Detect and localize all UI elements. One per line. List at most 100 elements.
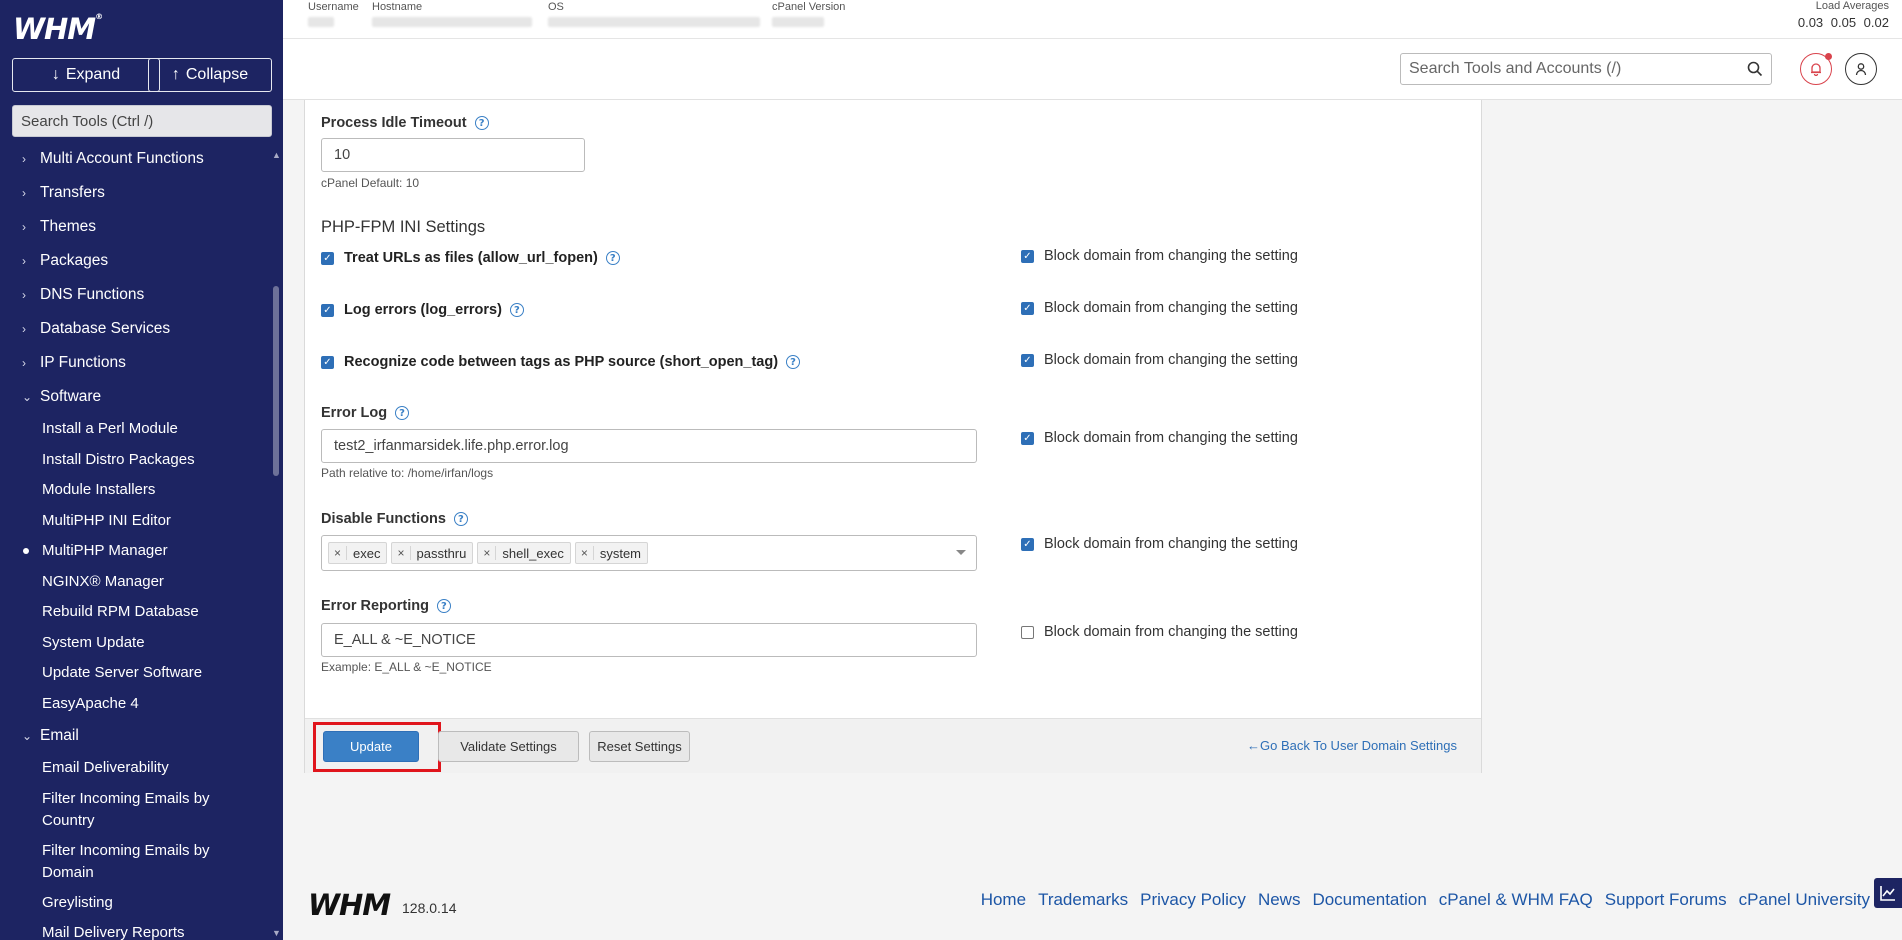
- allow-url-fopen-label: Treat URLs as files (allow_url_fopen)?: [344, 250, 620, 266]
- log-errors-label: Log errors (log_errors)?: [344, 302, 524, 318]
- scroll-up-icon[interactable]: ▲: [272, 150, 281, 160]
- sidebar-subitem-install-distro-packages[interactable]: Install Distro Packages: [0, 445, 270, 476]
- sidebar-item-database-services[interactable]: › Database Services: [0, 312, 270, 346]
- block-disable-functions-label: Block domain from changing the setting: [1044, 536, 1298, 552]
- php-fpm-ini-settings-title: PHP-FPM INI Settings: [321, 218, 486, 236]
- help-icon[interactable]: ?: [474, 116, 489, 130]
- sidebar-item-multi-account-functions[interactable]: › Multi Account Functions: [0, 142, 270, 176]
- block-error-log-checkbox[interactable]: [1021, 432, 1034, 445]
- chevron-down-icon: ⌄: [22, 729, 33, 743]
- sidebar-subitem-email-deliverability[interactable]: Email Deliverability: [0, 753, 270, 784]
- expand-button[interactable]: ↓ Expand: [12, 58, 160, 92]
- block-error-log-label: Block domain from changing the setting: [1044, 430, 1298, 446]
- footer-whm-logo[interactable]: WHM: [308, 888, 391, 922]
- footer-link-documentation[interactable]: Documentation: [1312, 890, 1426, 910]
- reset-settings-button[interactable]: Reset Settings: [589, 731, 690, 762]
- disable-functions-label: Disable Functions?: [321, 511, 468, 527]
- sidebar-subitem-system-update[interactable]: System Update: [0, 628, 270, 659]
- os-info: OS: [548, 0, 760, 27]
- scrollbar-thumb[interactable]: [273, 286, 279, 476]
- footer-link-privacy-policy[interactable]: Privacy Policy: [1140, 890, 1246, 910]
- error-reporting-hint: Example: E_ALL & ~E_NOTICE: [321, 660, 492, 674]
- footer-link-cpanel-university[interactable]: cPanel University: [1739, 890, 1870, 910]
- sidebar-item-email[interactable]: ⌄ Email: [0, 719, 270, 753]
- sidebar-nav: › Multi Account Functions › Transfers › The…: [0, 142, 270, 940]
- block-short-open-tag-checkbox[interactable]: [1021, 354, 1034, 367]
- help-icon[interactable]: ?: [436, 599, 451, 613]
- bell-icon: [1811, 63, 1821, 76]
- block-error-reporting-checkbox[interactable]: [1021, 626, 1034, 639]
- collapse-button[interactable]: ↑ Collapse: [148, 58, 272, 92]
- remove-tag-icon[interactable]: ×: [329, 546, 348, 560]
- footer-link-news[interactable]: News: [1258, 890, 1301, 910]
- search-icon[interactable]: [1747, 61, 1763, 77]
- sidebar-subitem-module-installers[interactable]: Module Installers: [0, 475, 270, 506]
- help-icon[interactable]: ?: [605, 251, 620, 265]
- sidebar-subitem-greylisting[interactable]: Greylisting: [0, 888, 270, 919]
- block-allow-url-fopen-checkbox[interactable]: [1021, 250, 1034, 263]
- sidebar-item-packages[interactable]: › Packages: [0, 244, 270, 278]
- form-actions: Update Validate Settings Reset Settings …: [305, 718, 1481, 773]
- block-disable-functions-checkbox[interactable]: [1021, 538, 1034, 551]
- user-menu-button[interactable]: [1845, 53, 1877, 85]
- footer-link-home[interactable]: Home: [981, 890, 1026, 910]
- chevron-right-icon: ›: [22, 322, 26, 336]
- idle-timeout-input[interactable]: [321, 138, 585, 172]
- sidebar-subitem-filter-by-country[interactable]: Filter Incoming Emails by Country: [0, 784, 270, 836]
- help-icon[interactable]: ?: [453, 512, 468, 526]
- scroll-down-icon[interactable]: ▼: [272, 928, 281, 938]
- sidebar-subitem-install-perl-module[interactable]: Install a Perl Module: [0, 414, 270, 445]
- sidebar-scrollbar[interactable]: ▲ ▼: [271, 150, 283, 940]
- chart-trend-icon: [1880, 886, 1895, 901]
- footer-link-faq[interactable]: cPanel & WHM FAQ: [1439, 890, 1593, 910]
- sidebar-subitem-multiphp-manager[interactable]: MultiPHP Manager: [0, 536, 270, 567]
- footer-link-trademarks[interactable]: Trademarks: [1038, 890, 1128, 910]
- help-icon[interactable]: ?: [509, 303, 524, 317]
- sidebar-subitem-mail-delivery-reports[interactable]: Mail Delivery Reports: [0, 918, 270, 940]
- log-errors-checkbox[interactable]: [321, 304, 334, 317]
- stats-button[interactable]: [1874, 878, 1902, 908]
- remove-tag-icon[interactable]: ×: [576, 546, 594, 560]
- error-reporting-label: Error Reporting?: [321, 598, 451, 614]
- error-reporting-input[interactable]: [321, 623, 977, 657]
- validate-settings-button[interactable]: Validate Settings: [438, 731, 579, 762]
- sidebar-item-transfers[interactable]: › Transfers: [0, 176, 270, 210]
- footer-link-support-forums[interactable]: Support Forums: [1605, 890, 1727, 910]
- update-button[interactable]: Update: [323, 731, 419, 762]
- notifications-button[interactable]: [1800, 53, 1832, 85]
- error-log-input[interactable]: [321, 429, 977, 463]
- block-log-errors-checkbox[interactable]: [1021, 302, 1034, 315]
- go-back-link[interactable]: ←Go Back To User Domain Settings: [1247, 738, 1457, 753]
- idle-timeout-label: Process Idle Timeout?: [321, 115, 489, 131]
- allow-url-fopen-checkbox[interactable]: [321, 252, 334, 265]
- help-icon[interactable]: ?: [786, 355, 801, 369]
- whm-logo[interactable]: WHM®: [13, 12, 103, 46]
- short-open-tag-label: Recognize code between tags as PHP sourc…: [344, 354, 801, 370]
- sidebar-item-software[interactable]: ⌄ Software: [0, 380, 270, 414]
- sidebar-item-dns-functions[interactable]: › DNS Functions: [0, 278, 270, 312]
- sidebar-subitem-filter-by-domain[interactable]: Filter Incoming Emails by Domain: [0, 836, 270, 888]
- dropdown-caret-icon[interactable]: [956, 550, 966, 555]
- notification-dot: [1825, 53, 1832, 60]
- top-divider: [283, 38, 1902, 39]
- user-icon: [1855, 63, 1867, 76]
- sidebar-subitem-update-server-software[interactable]: Update Server Software: [0, 658, 270, 689]
- php-fpm-settings-panel: Process Idle Timeout? cPanel Default: 10…: [304, 100, 1482, 773]
- remove-tag-icon[interactable]: ×: [392, 546, 411, 560]
- sidebar-search-input[interactable]: [12, 105, 272, 137]
- disable-functions-select[interactable]: × exec × passthru × shell_exec × system: [321, 535, 977, 571]
- arrow-left-icon: ←: [1246, 738, 1260, 753]
- function-tag: × system: [574, 542, 649, 564]
- sidebar-subitem-multiphp-ini-editor[interactable]: MultiPHP INI Editor: [0, 506, 270, 537]
- sidebar-subitem-rebuild-rpm-database[interactable]: Rebuild RPM Database: [0, 597, 270, 628]
- sidebar-subitem-nginx-manager[interactable]: NGINX® Manager: [0, 567, 270, 598]
- remove-tag-icon[interactable]: ×: [478, 546, 497, 560]
- sidebar: WHM® ↓Expand ↑Collapse ›Multi Account Fu…: [0, 0, 283, 940]
- top-search-box[interactable]: [1400, 53, 1772, 85]
- sidebar-subitem-easyapache-4[interactable]: EasyApache 4: [0, 689, 270, 720]
- sidebar-item-ip-functions[interactable]: › IP Functions: [0, 346, 270, 380]
- short-open-tag-checkbox[interactable]: [321, 356, 334, 369]
- help-icon[interactable]: ?: [395, 406, 410, 420]
- sidebar-item-themes[interactable]: › Themes: [0, 210, 270, 244]
- top-search-input[interactable]: [1409, 60, 1747, 78]
